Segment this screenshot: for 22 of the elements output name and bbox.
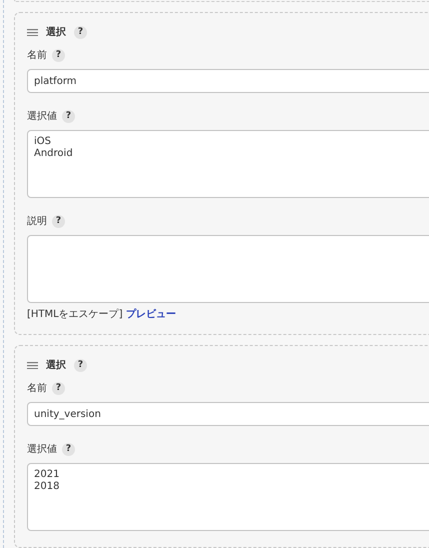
field-label: 説明	[27, 214, 47, 229]
text-field[interactable]: unity_version	[27, 402, 429, 426]
help-button[interactable]: ?	[52, 49, 65, 62]
section-title: 選択	[46, 26, 66, 40]
field-label: 名前	[27, 49, 47, 63]
text-field[interactable]: platform	[27, 69, 429, 93]
help-button[interactable]: ?	[62, 110, 75, 123]
footer-text: [HTMLをエスケープ] プレビュー	[27, 307, 177, 322]
help-button[interactable]: ?	[52, 215, 65, 228]
help-button[interactable]: ?	[62, 443, 75, 456]
text-area[interactable]: iOS Android	[27, 130, 429, 198]
help-button[interactable]: ?	[74, 359, 87, 372]
field-label: 選択値	[27, 443, 57, 457]
help-button[interactable]: ?	[74, 26, 87, 39]
drag-handle-icon[interactable]	[27, 29, 38, 36]
drag-handle-icon[interactable]	[27, 362, 38, 369]
section-title: 選択	[46, 358, 66, 373]
help-button[interactable]: ?	[52, 382, 65, 395]
preview-link[interactable]: プレビュー	[126, 309, 176, 320]
field-label: 選択値	[27, 110, 57, 124]
field-label: 名前	[27, 382, 47, 396]
text-area[interactable]: 2021 2018	[27, 463, 429, 531]
